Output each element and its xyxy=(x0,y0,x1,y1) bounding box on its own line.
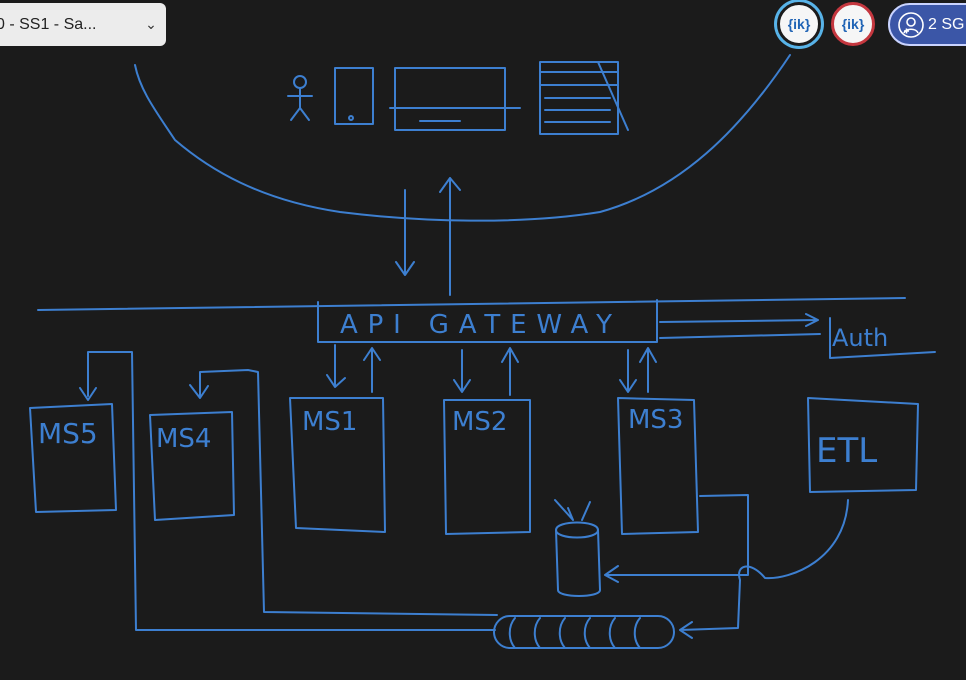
api-gateway-label: API GATEWAY xyxy=(340,310,612,340)
client-arc xyxy=(134,54,791,222)
web-page-icon xyxy=(539,61,629,135)
ms1-service-box: MS1 xyxy=(289,397,386,533)
ms1-label: MS1 xyxy=(302,407,357,437)
ms2-to-db-arrow xyxy=(554,499,574,521)
ms4-service-box: MS4 xyxy=(149,411,235,521)
auth-connection xyxy=(659,313,821,339)
ms3-to-db-arrow xyxy=(581,494,749,583)
ms4-label: MS4 xyxy=(156,424,211,454)
ms1-arrows xyxy=(326,344,381,393)
gateway-rail xyxy=(37,297,906,311)
database-icon xyxy=(555,521,601,597)
auth-box: Auth xyxy=(829,317,936,359)
whiteboard-canvas[interactable]: API GATEWAY Auth MS5 MS4 MS1 MS2 MS3 ETL xyxy=(0,0,966,680)
etl-box: ETL xyxy=(807,397,919,493)
ms5-label: MS5 xyxy=(38,417,98,450)
ms2-service-box: MS2 xyxy=(443,399,531,535)
laptop-device-icon xyxy=(389,67,521,131)
mobile-device-icon xyxy=(334,67,374,125)
user-figure-icon xyxy=(287,75,313,121)
etl-feed-line xyxy=(679,499,849,639)
auth-label: Auth xyxy=(832,324,888,352)
message-queue-icon xyxy=(493,615,675,649)
ms3-label: MS3 xyxy=(628,405,683,435)
ms3-arrows xyxy=(619,347,657,393)
ms2-arrows xyxy=(453,347,519,396)
client-request-arrows xyxy=(395,177,461,296)
ms5-feed-line xyxy=(79,351,496,631)
ms2-label: MS2 xyxy=(452,407,507,437)
etl-label: ETL xyxy=(816,431,877,471)
ms3-service-box: MS3 xyxy=(617,397,699,535)
ms5-service-box: MS5 xyxy=(29,403,117,513)
